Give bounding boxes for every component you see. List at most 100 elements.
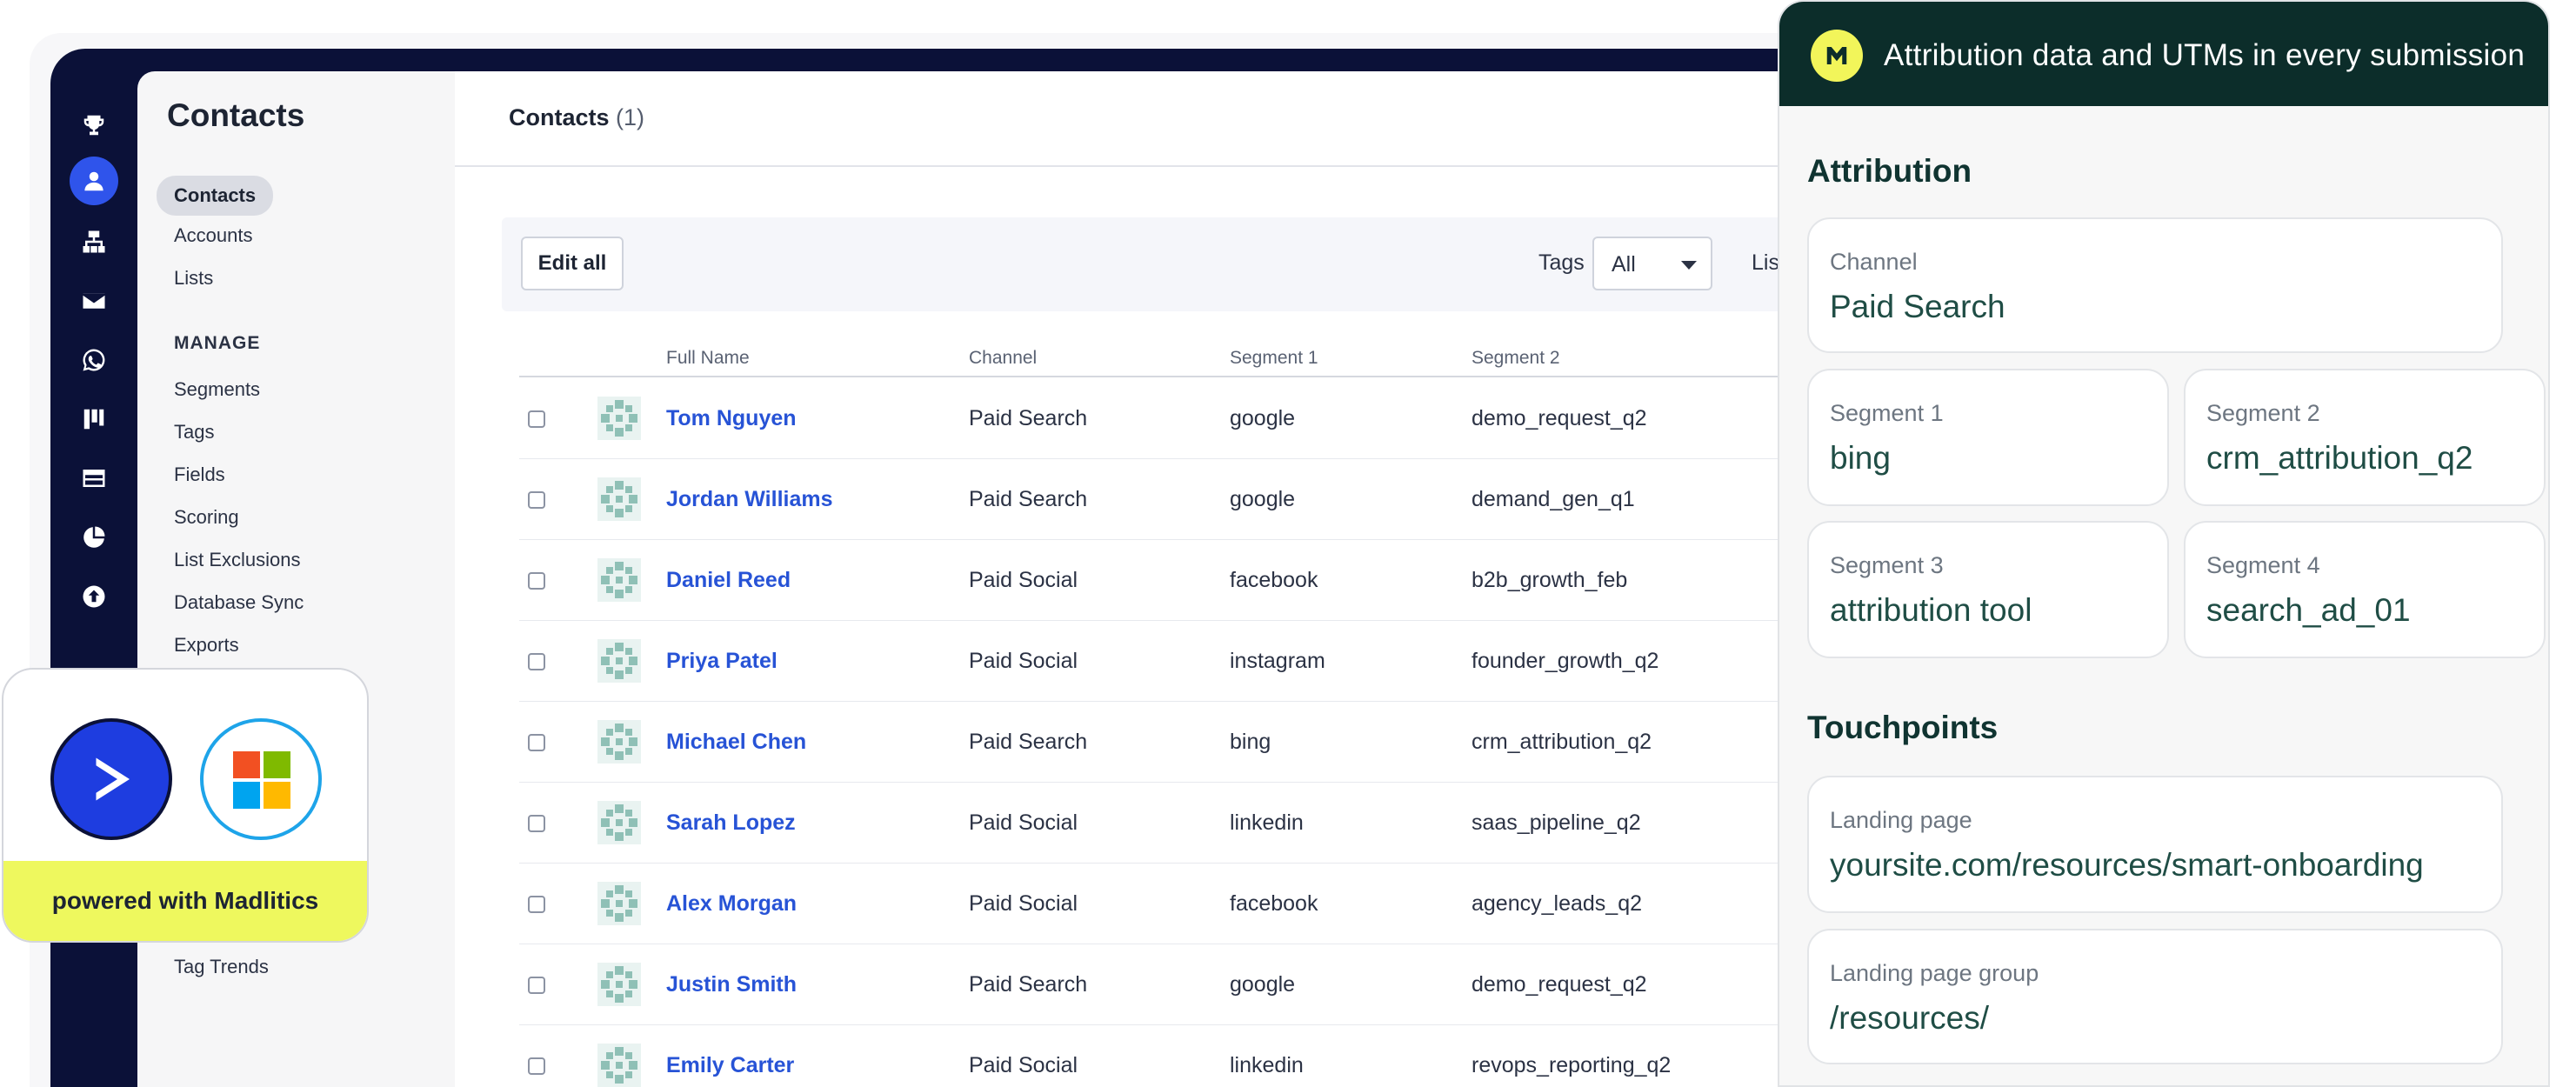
- segment-2-cell: demand_gen_q1: [1472, 487, 1635, 511]
- contact-avatar: [597, 963, 641, 1006]
- segment-2-cell: saas_pipeline_q2: [1472, 810, 1641, 835]
- channel-label: Channel: [1830, 249, 1918, 275]
- contact-name-link[interactable]: Jordan Williams: [666, 487, 833, 512]
- sidebar-item-database-sync[interactable]: Database Sync: [174, 591, 304, 614]
- sidebar-item-contacts[interactable]: Contacts: [157, 176, 274, 216]
- sidebar-item-fields[interactable]: Fields: [174, 463, 225, 486]
- sidebar-item-tag-trends[interactable]: Tag Trends: [174, 956, 269, 978]
- contact-avatar: [597, 1044, 641, 1087]
- segment-2-cell: crm_attribution_q2: [1472, 730, 1652, 754]
- tags-filter-value: All: [1612, 252, 1636, 277]
- landing-page-group-card: Landing page group /resources/: [1807, 929, 2503, 1064]
- channel-cell: Paid Social: [969, 1053, 1078, 1077]
- attribution-panel: Attribution data and UTMs in every submi…: [1778, 0, 2550, 1087]
- segment-2-card: Segment 2 crm_attribution_q2: [2184, 369, 2546, 506]
- mail-icon[interactable]: [70, 277, 118, 325]
- segment-1-cell: linkedin: [1230, 810, 1304, 835]
- row-checkbox[interactable]: [528, 1057, 545, 1075]
- sitemap-icon[interactable]: [70, 217, 118, 266]
- table-row[interactable]: Priya Patel Paid Social instagram founder_g…: [519, 620, 1868, 702]
- contact-name-link[interactable]: Justin Smith: [666, 972, 797, 997]
- segment-4-label: Segment 4: [2206, 552, 2320, 578]
- channel-cell: Paid Search: [969, 487, 1088, 511]
- table-row[interactable]: Jordan Williams Paid Search google demand_g…: [519, 458, 1868, 540]
- sidebar-item-scoring[interactable]: Scoring: [174, 506, 239, 529]
- contacts-person-icon[interactable]: [70, 157, 118, 205]
- sidebar-item-list-exclusions[interactable]: List Exclusions: [174, 549, 301, 571]
- landing-page-group-value: /resources/: [1830, 1000, 1990, 1036]
- contact-avatar: [597, 720, 641, 764]
- microsoft-logo: [200, 718, 322, 840]
- segment-1-cell: google: [1230, 972, 1296, 997]
- sidebar-item-lists[interactable]: Lists: [174, 267, 213, 290]
- segment-1-cell: google: [1230, 406, 1296, 430]
- landing-page-label: Landing page: [1830, 807, 1972, 833]
- column-header-segment-1[interactable]: Segment 1: [1230, 348, 1318, 369]
- upload-circle-icon[interactable]: [70, 572, 118, 621]
- segment-1-label: Segment 1: [1830, 400, 1944, 426]
- segment-2-cell: revops_reporting_q2: [1472, 1053, 1672, 1077]
- segment-3-card: Segment 3 attribution tool: [1807, 521, 2169, 658]
- sidebar-item-segments[interactable]: Segments: [174, 378, 260, 401]
- page-title-text: Contacts: [509, 104, 610, 130]
- contact-name-link[interactable]: Michael Chen: [666, 730, 806, 755]
- channel-value: Paid Search: [1830, 289, 2005, 324]
- row-checkbox[interactable]: [528, 410, 545, 428]
- attribution-panel-header: Attribution data and UTMs in every submi…: [1779, 2, 2548, 106]
- kanban-icon[interactable]: [70, 395, 118, 443]
- contact-name-link[interactable]: Emily Carter: [666, 1053, 794, 1078]
- sidebar-item-tags[interactable]: Tags: [174, 421, 214, 443]
- channel-cell: Paid Social: [969, 810, 1078, 835]
- contact-name-link[interactable]: Priya Patel: [666, 649, 777, 674]
- channel-cell: Paid Search: [969, 406, 1088, 430]
- activecampaign-logo: [50, 718, 172, 840]
- caret-down-icon: [1681, 261, 1697, 270]
- table-row[interactable]: Justin Smith Paid Search google demo_reques…: [519, 944, 1868, 1025]
- row-checkbox[interactable]: [528, 572, 545, 590]
- segment-2-cell: demo_request_q2: [1472, 972, 1647, 997]
- landing-page-group-label: Landing page group: [1830, 960, 2039, 986]
- edit-all-button[interactable]: Edit all: [521, 237, 624, 290]
- browser-window-icon[interactable]: [70, 454, 118, 503]
- table-row[interactable]: Michael Chen Paid Search bing crm_attributi…: [519, 701, 1868, 783]
- row-checkbox[interactable]: [528, 491, 545, 509]
- contact-name-link[interactable]: Daniel Reed: [666, 568, 791, 593]
- pie-chart-icon[interactable]: [70, 513, 118, 562]
- table-row[interactable]: Sarah Lopez Paid Social linkedin saas_pipel…: [519, 782, 1868, 864]
- column-header-full-name[interactable]: Full Name: [666, 348, 750, 369]
- contact-name-link[interactable]: Sarah Lopez: [666, 810, 796, 836]
- trophy-icon[interactable]: [70, 101, 118, 150]
- powered-badge: powered with Madlitics: [2, 668, 369, 943]
- segment-2-cell: founder_growth_q2: [1472, 649, 1659, 673]
- segment-1-cell: facebook: [1230, 891, 1318, 916]
- sidebar-item-accounts[interactable]: Accounts: [174, 224, 253, 247]
- contact-name-link[interactable]: Tom Nguyen: [666, 406, 797, 431]
- column-header-channel[interactable]: Channel: [969, 348, 1037, 369]
- contact-name-link[interactable]: Alex Morgan: [666, 891, 797, 917]
- channel-cell: Paid Search: [969, 972, 1088, 997]
- madlitics-logo-icon: [1811, 30, 1863, 82]
- row-checkbox[interactable]: [528, 653, 545, 670]
- table-row[interactable]: Daniel Reed Paid Social facebook b2b_growth…: [519, 539, 1868, 621]
- sidebar-item-exports[interactable]: Exports: [174, 634, 239, 657]
- table-row[interactable]: Tom Nguyen Paid Search google demo_request_…: [519, 377, 1868, 459]
- whatsapp-icon[interactable]: [70, 336, 118, 384]
- table-row[interactable]: Emily Carter Paid Social linkedin revops_re…: [519, 1024, 1868, 1087]
- row-checkbox[interactable]: [528, 977, 545, 994]
- table-row[interactable]: Alex Morgan Paid Social facebook agency_lea…: [519, 863, 1868, 944]
- row-checkbox[interactable]: [528, 815, 545, 832]
- row-checkbox[interactable]: [528, 734, 545, 751]
- contact-avatar: [597, 882, 641, 925]
- sidebar-title: Contacts: [167, 97, 305, 133]
- tags-filter-select[interactable]: All: [1592, 237, 1712, 290]
- row-checkbox[interactable]: [528, 896, 545, 913]
- segment-1-cell: bing: [1230, 730, 1271, 754]
- segment-3-value: attribution tool: [1830, 592, 2032, 628]
- page-title: Contacts (1): [509, 104, 644, 131]
- attribution-section-title: Attribution: [1807, 153, 1972, 189]
- column-header-segment-2[interactable]: Segment 2: [1472, 348, 1560, 369]
- channel-cell: Paid Search: [969, 730, 1088, 754]
- tags-filter-label: Tags: [1538, 250, 1585, 275]
- segment-2-cell: agency_leads_q2: [1472, 891, 1642, 916]
- segment-2-value: crm_attribution_q2: [2206, 440, 2473, 476]
